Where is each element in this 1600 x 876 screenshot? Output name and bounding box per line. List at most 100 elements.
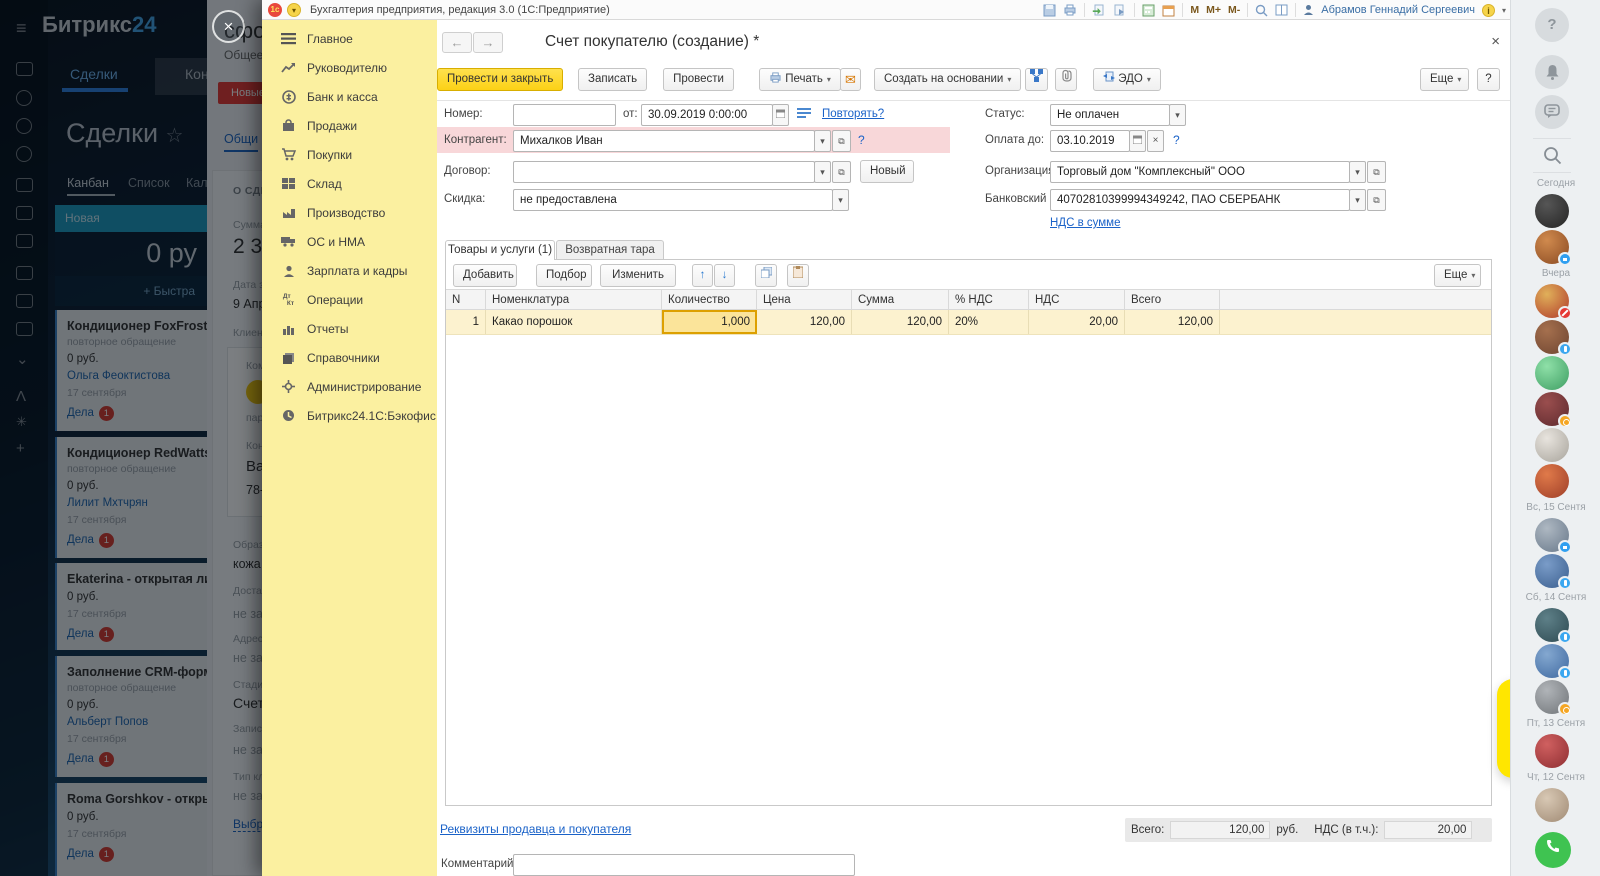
avatar[interactable] [1535,320,1569,354]
call-button[interactable] [1535,832,1571,868]
date-input[interactable]: 30.09.2019 0:00:00 [641,104,773,126]
pay-until-help-link[interactable]: ? [1173,133,1180,147]
avatar[interactable] [1535,680,1569,714]
send-email-button[interactable]: ✉ [840,68,861,91]
split-window-icon[interactable] [1275,4,1288,16]
nav-forward-button[interactable]: → [473,32,503,53]
form-close-icon[interactable]: × [1491,33,1500,50]
sidebar-item-sklad[interactable]: Склад [262,169,437,198]
post-and-close-button[interactable]: Провести и закрыть [437,68,563,91]
tab-returnable-tare[interactable]: Возвратная тара [556,240,664,260]
new-contract-button[interactable]: Новый [860,160,914,183]
seller-buyer-details-link[interactable]: Реквизиты продавца и покупателя [440,822,631,836]
sidebar-item-administrirovanie[interactable]: Администрирование [262,372,437,401]
contragent-dropdown-button[interactable]: ▾ [814,130,831,152]
date-calendar-button[interactable] [772,104,789,126]
toolbar-more-button[interactable]: Еще▾ [1420,68,1469,91]
help-button[interactable]: ? [1535,8,1569,42]
organization-select[interactable]: Торговый дом "Комплексный" ООО [1050,161,1350,183]
sidebar-item-bank-kassa[interactable]: Банк и касса [262,82,437,111]
memory-mplus-icon[interactable]: M+ [1206,4,1221,16]
sidebar-item-proizvodstvo[interactable]: Производство [262,198,437,227]
contragent-open-button[interactable]: ⧉ [832,130,851,152]
save-button[interactable]: Записать [578,68,647,91]
sidebar-item-spravochniki[interactable]: Справочники [262,343,437,372]
sidebar-item-prodazhi[interactable]: Продажи [262,111,437,140]
organization-open-button[interactable]: ⧉ [1367,161,1386,183]
discount-select[interactable]: не предоставлена [513,189,833,211]
edo-button[interactable]: ЭДО▾ [1093,68,1161,91]
move-up-button[interactable]: ↑ [692,264,713,287]
avatar[interactable] [1535,428,1569,462]
copy-button[interactable] [755,264,777,287]
contragent-help-link[interactable]: ? [858,133,865,147]
related-documents-button[interactable] [1025,68,1048,91]
contragent-input[interactable]: Михалков Иван [513,130,815,152]
status-select[interactable]: Не оплачен [1050,104,1170,126]
repeat-link[interactable]: Повторять? [822,108,884,120]
post-button[interactable]: Провести [663,68,734,91]
tab-goods-services[interactable]: Товары и услуги (1) [445,240,555,260]
bank-dropdown-button[interactable]: ▾ [1349,189,1366,211]
info-icon[interactable]: i [1482,4,1495,17]
avatar[interactable] [1535,284,1569,318]
vat-in-sum-link[interactable]: НДС в сумме [1050,217,1120,229]
print-button[interactable]: Печать▾ [759,68,841,91]
avatar[interactable] [1535,644,1569,678]
help-button[interactable]: ? [1477,68,1500,91]
pay-until-clear-button[interactable]: × [1147,130,1164,152]
notifications-bell-button[interactable] [1535,55,1569,89]
organization-dropdown-button[interactable]: ▾ [1349,161,1366,183]
contract-input[interactable] [513,161,815,183]
pick-button[interactable]: Подбор [536,264,592,287]
sidebar-item-glavnoe[interactable]: Главное [262,24,437,53]
import-doc-icon[interactable] [1092,4,1106,16]
avatar[interactable] [1535,194,1569,228]
contract-open-button[interactable]: ⧉ [832,161,851,183]
sidebar-item-rukovoditelyu[interactable]: Руководителю [262,53,437,82]
create-based-on-button[interactable]: Создать на основании▾ [874,68,1021,91]
discount-dropdown-button[interactable]: ▾ [832,189,849,211]
sidebar-item-bitrix-backoffice[interactable]: Битрикс24.1С:Бэкофис [262,401,437,430]
avatar[interactable] [1535,608,1569,642]
pay-until-calendar-button[interactable] [1129,130,1146,152]
export-doc-icon[interactable] [1113,4,1127,16]
edit-button[interactable]: Изменить [600,264,676,287]
chat-button[interactable] [1535,95,1569,129]
avatar[interactable] [1535,518,1569,552]
calendar-31-icon[interactable] [1162,4,1175,17]
grid-more-button[interactable]: Еще▾ [1434,264,1481,287]
status-dropdown-button[interactable]: ▾ [1169,104,1186,126]
bank-account-select[interactable]: 40702810399994349242, ПАО СБЕРБАНК [1050,189,1350,211]
number-input[interactable] [513,104,616,126]
avatar[interactable] [1535,392,1569,426]
bank-open-button[interactable]: ⧉ [1367,189,1386,211]
sidebar-item-pokupki[interactable]: Покупки [262,140,437,169]
memory-m-icon[interactable]: M [1190,4,1199,16]
search-icon[interactable] [1543,146,1562,170]
grid-data-row[interactable]: 1 Какао порошок 1,000 120,00 120,00 20% … [446,310,1491,335]
avatar[interactable] [1535,788,1569,822]
sidebar-item-os-nma[interactable]: ОС и НМА [262,227,437,256]
sidebar-item-otchety[interactable]: Отчеты [262,314,437,343]
comment-input[interactable] [513,854,855,876]
current-user-name[interactable]: Абрамов Геннадий Сергеевич [1321,4,1475,16]
nav-back-button[interactable]: ← [442,32,472,53]
add-row-button[interactable]: Добавить [453,264,517,287]
avatar[interactable] [1535,464,1569,498]
sidebar-item-zarplata[interactable]: Зарплата и кадры [262,256,437,285]
panel-close-button[interactable]: × [212,10,245,43]
calculator-icon[interactable] [1142,4,1155,17]
avatar[interactable] [1535,230,1569,264]
save-icon[interactable] [1043,4,1056,17]
sidebar-item-operacii[interactable]: ДтКт Операции [262,285,437,314]
avatar[interactable] [1535,554,1569,588]
contract-dropdown-button[interactable]: ▾ [814,161,831,183]
print-icon[interactable] [1063,4,1077,16]
move-down-button[interactable]: ↓ [714,264,735,287]
1c-menu-caret-icon[interactable]: ▾ [287,3,301,17]
avatar[interactable] [1535,734,1569,768]
titlebar-caret-icon[interactable]: ▾ [1502,6,1506,15]
memory-mminus-icon[interactable]: M- [1228,4,1240,16]
paste-button[interactable] [787,264,809,287]
